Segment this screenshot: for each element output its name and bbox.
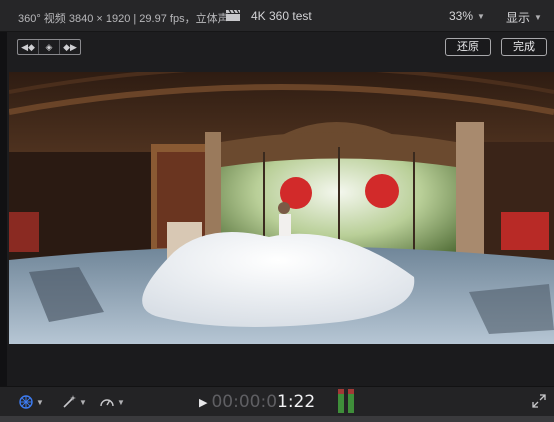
- play-icon[interactable]: ▶: [199, 396, 207, 409]
- view-label: 显示: [506, 11, 531, 25]
- magic-wand-icon: [63, 395, 76, 408]
- left-panel-edge: [0, 0, 7, 422]
- project-title: 4K 360 test: [251, 9, 312, 23]
- chevron-down-icon: ▼: [117, 397, 125, 407]
- video-frame: [9, 72, 554, 344]
- chevron-down-icon: ▼: [477, 11, 485, 21]
- viewer-header: 360° 视频 3840 × 1920 | 29.97 fps，立体声 4K 3…: [0, 0, 554, 32]
- effects-tool[interactable]: ▼: [61, 394, 87, 410]
- add-keyframe-icon[interactable]: ◈: [39, 40, 60, 54]
- 360-transform-icon: [19, 395, 33, 409]
- playback-bar: ▼ ▼ ▼ ▶ 00:00:0 1:22: [0, 386, 554, 417]
- done-button[interactable]: 完成: [501, 38, 547, 56]
- chevron-down-icon: ▼: [79, 397, 87, 407]
- view-menu[interactable]: 显示 ▼: [506, 9, 542, 26]
- video-viewer[interactable]: [9, 72, 554, 344]
- timecode-bright: 1:22: [277, 392, 316, 412]
- fullscreen-icon[interactable]: [532, 394, 546, 408]
- retime-tool[interactable]: ▼: [99, 394, 125, 410]
- viewer-lower-area: [7, 344, 554, 386]
- next-keyframe-icon[interactable]: ◆▶: [60, 40, 80, 54]
- clapperboard-icon: [226, 10, 240, 21]
- prev-keyframe-icon[interactable]: ◀◆: [18, 40, 39, 54]
- clip-info: 360° 视频 3840 × 1920 | 29.97 fps，立体声: [18, 13, 229, 25]
- chevron-down-icon: ▼: [36, 397, 44, 407]
- keyframe-navigator: ◀◆ ◈ ◆▶: [17, 39, 81, 55]
- zoom-menu[interactable]: 33% ▼: [449, 9, 485, 23]
- speed-gauge-icon: [100, 399, 114, 407]
- audio-meters: [338, 389, 358, 413]
- timecode-display[interactable]: ▶ 00:00:0 1:22: [199, 392, 315, 412]
- reset-button[interactable]: 还原: [445, 38, 491, 56]
- timeline-strip: [0, 416, 554, 422]
- timecode-dim: 00:00:0: [211, 392, 278, 412]
- transform-toolbar: ◀◆ ◈ ◆▶ 还原 完成: [7, 32, 554, 72]
- 360-transform-tool[interactable]: ▼: [18, 394, 44, 410]
- chevron-down-icon: ▼: [534, 13, 542, 22]
- zoom-value: 33%: [449, 9, 474, 23]
